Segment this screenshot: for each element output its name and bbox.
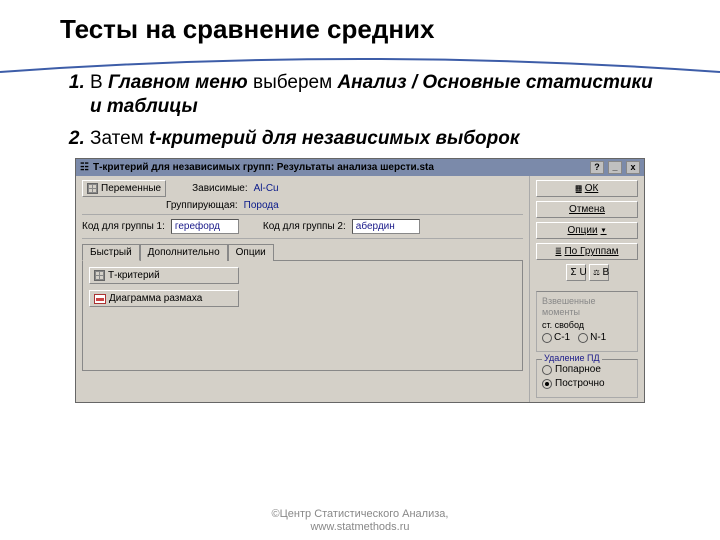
missing-data-group: Удаление ПД Попарное Построчно (536, 359, 638, 398)
cancel-button[interactable]: Отмена (536, 201, 638, 218)
footer-line1: ©Центр Статистического Анализа, (0, 508, 720, 521)
moments-label: Взвешенные моменты (542, 296, 595, 317)
chevron-down-icon: ▾ (601, 225, 607, 236)
radio-casewise[interactable] (542, 379, 552, 389)
weight-icon: ⚖ (594, 267, 600, 278)
group1-code-label: Код для группы 1: (82, 221, 165, 232)
grouping-label: Группирующая: (166, 200, 238, 211)
grouping-value: Порода (244, 200, 279, 211)
ok-button[interactable]: ▦ ОК (536, 180, 638, 197)
radio-casewise-label: Построчно (555, 378, 605, 389)
divider-arc (0, 56, 720, 74)
grid-icon (87, 183, 98, 194)
radio-pairwise[interactable] (542, 365, 552, 375)
df-label: ст. свобод (542, 320, 632, 330)
run-icon: ▦ (576, 183, 582, 194)
minimize-button[interactable]: _ (608, 161, 622, 174)
footer-line2: www.statmethods.ru (0, 521, 720, 534)
u-button[interactable]: ΣU (566, 264, 586, 281)
options-button[interactable]: Опции ▾ (536, 222, 638, 239)
dependent-label: Зависимые: (192, 183, 248, 194)
boxplot-button[interactable]: Диаграмма размаха (89, 290, 239, 307)
list-item: Затем t-критерий для независимых выборок (90, 127, 660, 151)
group2-code-input[interactable]: абердин (352, 219, 420, 234)
tab-options[interactable]: Опции (228, 244, 274, 261)
dependent-value: Al-Cu (254, 183, 279, 194)
app-icon: ☷ (80, 162, 89, 173)
variables-button[interactable]: Переменные (82, 180, 166, 197)
window-title: Т-критерий для независимых групп: Резуль… (93, 162, 586, 173)
page-title: Тесты на сравнение средних (0, 0, 720, 51)
missing-data-legend: Удаление ПД (542, 353, 602, 363)
tab-advanced[interactable]: Дополнительно (140, 244, 228, 261)
title-bar: ☷ Т-критерий для независимых групп: Резу… (76, 159, 644, 176)
tab-quick[interactable]: Быстрый (82, 244, 140, 261)
radio-c1-label: С-1 (554, 332, 570, 343)
close-button[interactable]: x (626, 161, 640, 174)
grid-icon (94, 270, 105, 281)
help-button[interactable]: ? (590, 161, 604, 174)
t-test-button[interactable]: Т-критерий (89, 267, 239, 284)
by-groups-button[interactable]: ≣ По Группам (536, 243, 638, 260)
group1-code-input[interactable]: герефорд (171, 219, 239, 234)
radio-pairwise-label: Попарное (555, 364, 601, 375)
instruction-list: В Главном меню выберем Анализ / Основные… (60, 71, 660, 150)
b-button[interactable]: ⚖B (589, 264, 609, 281)
moments-group: Взвешенные моменты ст. свобод С-1 N-1 (536, 291, 638, 352)
stack-icon: ≣ (555, 246, 561, 257)
group2-code-label: Код для группы 2: (263, 221, 346, 232)
chart-icon (94, 294, 106, 304)
radio-n1-label: N-1 (590, 332, 606, 343)
dialog-window: ☷ Т-критерий для независимых групп: Резу… (75, 158, 645, 403)
radio-n1[interactable] (578, 333, 588, 343)
footer: ©Центр Статистического Анализа, www.stat… (0, 508, 720, 534)
list-item: В Главном меню выберем Анализ / Основные… (90, 71, 660, 119)
radio-c1[interactable] (542, 333, 552, 343)
sigma-icon: Σ (571, 267, 577, 278)
